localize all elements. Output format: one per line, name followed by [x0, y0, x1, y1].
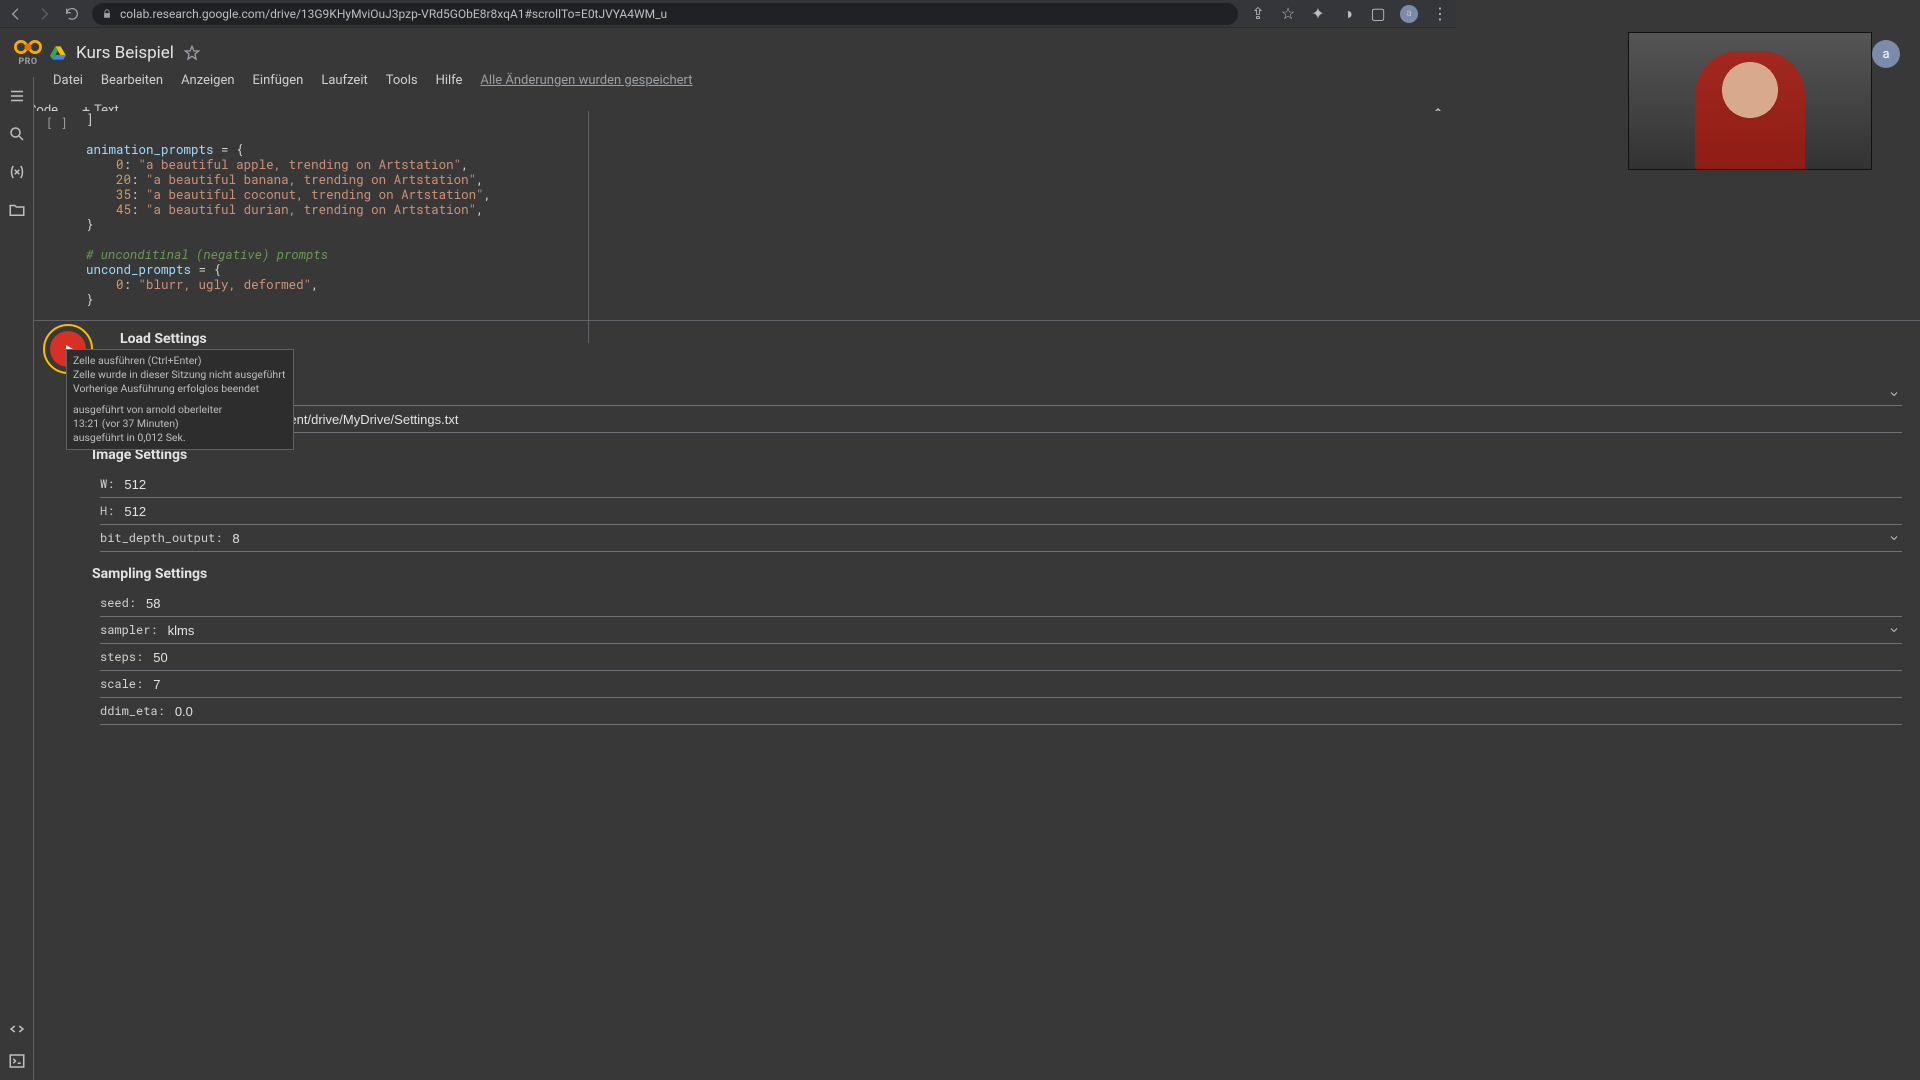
- menu-runtime[interactable]: Laufzeit: [321, 73, 367, 88]
- sampling-settings-title: Sampling Settings: [92, 566, 1906, 582]
- reload-button[interactable]: [64, 6, 80, 22]
- field-value[interactable]: 8: [232, 531, 1888, 546]
- field-value[interactable]: klms: [168, 623, 1888, 638]
- field-label: sampler:: [100, 622, 158, 638]
- extensions-icon[interactable]: ✦: [1310, 6, 1326, 22]
- account-avatar[interactable]: a: [1872, 40, 1900, 68]
- tooltip-line: 13:21 (vor 37 Minuten): [73, 417, 287, 431]
- lock-icon: [102, 9, 112, 19]
- toc-icon[interactable]: [8, 87, 26, 105]
- back-button[interactable]: [8, 6, 24, 22]
- bookmark-icon[interactable]: ☆: [1280, 6, 1296, 22]
- field-value[interactable]: 58: [146, 596, 1902, 611]
- form-cell-load-settings: Zelle ausführen (Ctrl+Enter) Zelle wurde…: [34, 320, 1920, 745]
- w-row[interactable]: W: 512: [100, 471, 1902, 498]
- tooltip-line: Zelle ausführen (Ctrl+Enter): [73, 354, 287, 368]
- custom-settings-file-row[interactable]: custom_settings_file: /content/drive/MyD…: [100, 406, 1902, 433]
- cell-split-divider: [588, 111, 589, 343]
- save-status[interactable]: Alle Änderungen wurden gespeichert: [480, 73, 692, 88]
- menu-insert[interactable]: Einfügen: [253, 73, 304, 88]
- steps-row[interactable]: steps: 50: [100, 644, 1902, 671]
- ddim-eta-row[interactable]: ddim_eta: 0.0: [100, 698, 1902, 725]
- field-label: H:: [100, 503, 114, 519]
- share-icon[interactable]: ⇪: [1250, 6, 1266, 22]
- star-icon[interactable]: [184, 45, 200, 61]
- url-text: colab.research.google.com/drive/13G9KHyM…: [120, 7, 667, 21]
- override-dropdown-row[interactable]: [100, 383, 1902, 406]
- colab-logo[interactable]: PRO: [14, 38, 42, 67]
- drive-icon: [50, 45, 66, 61]
- load-settings-title: Load Settings: [120, 331, 1906, 347]
- chevron-down-icon: [1888, 388, 1900, 400]
- terminal-icon[interactable]: [8, 1052, 26, 1070]
- sampler-row[interactable]: sampler: klms: [100, 617, 1902, 644]
- browser-toolbar: colab.research.google.com/drive/13G9KHyM…: [0, 0, 1456, 28]
- document-title[interactable]: Kurs Beispiel: [76, 43, 174, 63]
- forward-button[interactable]: [36, 6, 52, 22]
- menu-view[interactable]: Anzeigen: [181, 73, 234, 88]
- profile-icon[interactable]: a: [1400, 5, 1418, 23]
- chevron-down-icon: [1888, 624, 1900, 636]
- menu-edit[interactable]: Bearbeiten: [101, 73, 163, 88]
- webcam-overlay: [1628, 32, 1872, 170]
- menu-tools[interactable]: Tools: [386, 73, 418, 88]
- chrome-actions: ⇪ ☆ ✦ ◑ ▢ a ⋮: [1250, 5, 1448, 23]
- field-value[interactable]: 7: [153, 677, 1902, 692]
- cell-exec-indicator[interactable]: [ ]: [46, 115, 68, 131]
- field-value[interactable]: 50: [153, 650, 1902, 665]
- menu-bar: Datei Bearbeiten Anzeigen Einfügen Laufz…: [0, 73, 1456, 94]
- left-sidebar: [0, 77, 34, 1080]
- field-value[interactable]: /content/drive/MyDrive/Settings.txt: [261, 412, 1902, 427]
- field-label: W:: [100, 476, 114, 492]
- scale-row[interactable]: scale: 7: [100, 671, 1902, 698]
- tooltip-line: Vorherige Ausführung erfolglos beendet: [73, 382, 287, 396]
- menu-help[interactable]: Hilfe: [436, 73, 463, 88]
- menu-icon[interactable]: ⋮: [1432, 6, 1448, 22]
- image-settings-title: Image Settings: [92, 447, 1906, 463]
- pro-badge: PRO: [18, 57, 37, 67]
- variables-icon[interactable]: [8, 163, 26, 181]
- field-label: bit_depth_output:: [100, 530, 222, 546]
- search-icon[interactable]: [8, 125, 26, 143]
- field-label: steps:: [100, 649, 143, 665]
- bit-depth-row[interactable]: bit_depth_output: 8: [100, 525, 1902, 552]
- accounts-icon[interactable]: ◑: [1340, 6, 1356, 22]
- field-value[interactable]: 512: [124, 504, 1902, 519]
- tooltip-line: ausgeführt von arnold oberleiter: [73, 403, 287, 417]
- files-icon[interactable]: [8, 201, 26, 219]
- code-snippets-icon[interactable]: [8, 1020, 26, 1038]
- tooltip-line: Zelle wurde in dieser Sitzung nicht ausg…: [73, 368, 287, 382]
- field-label: scale:: [100, 676, 143, 692]
- tooltip-line: ausgeführt in 0,012 Sek.: [73, 431, 287, 445]
- panel-icon[interactable]: ▢: [1370, 6, 1386, 22]
- menu-file[interactable]: Datei: [53, 73, 83, 88]
- run-tooltip: Zelle ausführen (Ctrl+Enter) Zelle wurde…: [66, 349, 294, 450]
- field-label: ddim_eta:: [100, 703, 165, 719]
- chevron-down-icon: [1888, 532, 1900, 544]
- field-value[interactable]: 512: [124, 477, 1902, 492]
- colab-header: PRO Kurs Beispiel: [0, 28, 1456, 77]
- h-row[interactable]: H: 512: [100, 498, 1902, 525]
- url-bar[interactable]: colab.research.google.com/drive/13G9KHyM…: [92, 3, 1238, 25]
- field-value[interactable]: 0.0: [175, 704, 1902, 719]
- seed-row[interactable]: seed: 58: [100, 590, 1902, 617]
- field-label: seed:: [100, 595, 136, 611]
- notebook-area: [ ] ] animation_prompts = { 0: "a beauti…: [34, 111, 1920, 1080]
